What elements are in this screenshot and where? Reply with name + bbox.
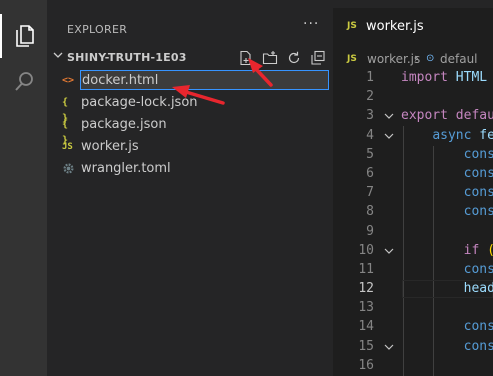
activity-bar [0,0,47,376]
code-line: 14 cons [358,319,493,335]
file-tree: <> docker.html { } package-lock.json { }… [47,70,333,180]
chevron-down-icon[interactable] [384,111,394,121]
more-actions-button[interactable]: ··· [303,16,319,32]
code-line: 5 cons [366,146,493,162]
code-line: 2 [366,89,374,105]
new-file-icon[interactable] [237,49,255,67]
code-line: 8 cons [366,204,493,220]
chevron-down-icon[interactable] [384,131,394,141]
tab-bar: JS worker.js [333,0,493,46]
tab-worker-js[interactable]: JS worker.js [333,8,493,46]
new-file-name-input[interactable]: docker.html [80,70,329,90]
code-line: 9 [366,223,374,239]
js-file-icon: JS [347,54,357,64]
file-item-package[interactable]: { } package.json [47,114,333,146]
explorer-title: EXPLORER [67,23,128,36]
code-line: 4 async fe [366,127,493,143]
code-line: 3 export defau [366,108,493,124]
code-line: 6 cons [366,165,493,181]
search-icon[interactable] [0,60,47,104]
file-item-worker[interactable]: JS worker.js [47,136,333,158]
code-line: 7 cons [366,185,493,201]
code-line: 10 if ( [358,242,493,258]
file-label: package.json [81,117,167,132]
js-file-icon: JS [62,142,73,152]
file-item-package-lock[interactable]: { } package-lock.json [47,92,333,124]
file-label: wrangler.toml [81,161,171,176]
code-line-current: 12 head [358,280,493,299]
explorer-actions [237,49,327,67]
symbol-icon: ⊙ [426,53,435,64]
code-editor[interactable]: 1 import HTML 2 3 export defau 4 async f… [333,69,493,376]
chevron-down-icon[interactable] [384,246,394,256]
breadcrumb-file[interactable]: worker.js [367,52,420,66]
breadcrumb: JS worker.js › ⊙ defaul [333,48,493,70]
file-item-wrangler[interactable]: wrangler.toml [47,158,333,180]
folder-section-header[interactable]: SHINY-TRUTH-1E03 [47,46,333,70]
html-file-icon: <> [62,75,75,86]
code-line: 11 cons [358,261,493,277]
json-file-icon: { } [62,97,69,124]
code-line: 13 [358,300,374,316]
js-file-icon: JS [347,21,357,31]
file-label: worker.js [81,139,139,154]
new-file-row[interactable]: <> docker.html [47,70,333,92]
code-line: 1 import HTML [366,70,488,85]
explorer-sidebar: EXPLORER ··· SHINY-TRUTH-1E03 <> docker.… [47,0,333,376]
new-folder-icon[interactable] [261,49,279,67]
editor-area: JS worker.js JS worker.js › ⊙ defaul 1 i… [333,0,493,376]
new-file-name-value[interactable]: docker.html [82,73,158,88]
code-line: 16 [358,357,374,373]
code-line: 15 cons [358,338,493,354]
file-label: package-lock.json [81,95,198,110]
collapse-all-icon[interactable] [309,49,327,67]
json-file-icon: { } [62,119,69,146]
chevron-down-icon [53,52,63,58]
breadcrumb-separator: › [414,51,419,65]
chevron-down-icon[interactable] [384,342,394,352]
refresh-icon[interactable] [285,49,303,67]
gear-icon [62,161,76,177]
explorer-files-icon[interactable] [0,14,47,58]
breadcrumb-symbol[interactable]: defaul [440,52,478,66]
workspace-folder-name: SHINY-TRUTH-1E03 [67,51,187,64]
tab-label: worker.js [366,19,424,34]
